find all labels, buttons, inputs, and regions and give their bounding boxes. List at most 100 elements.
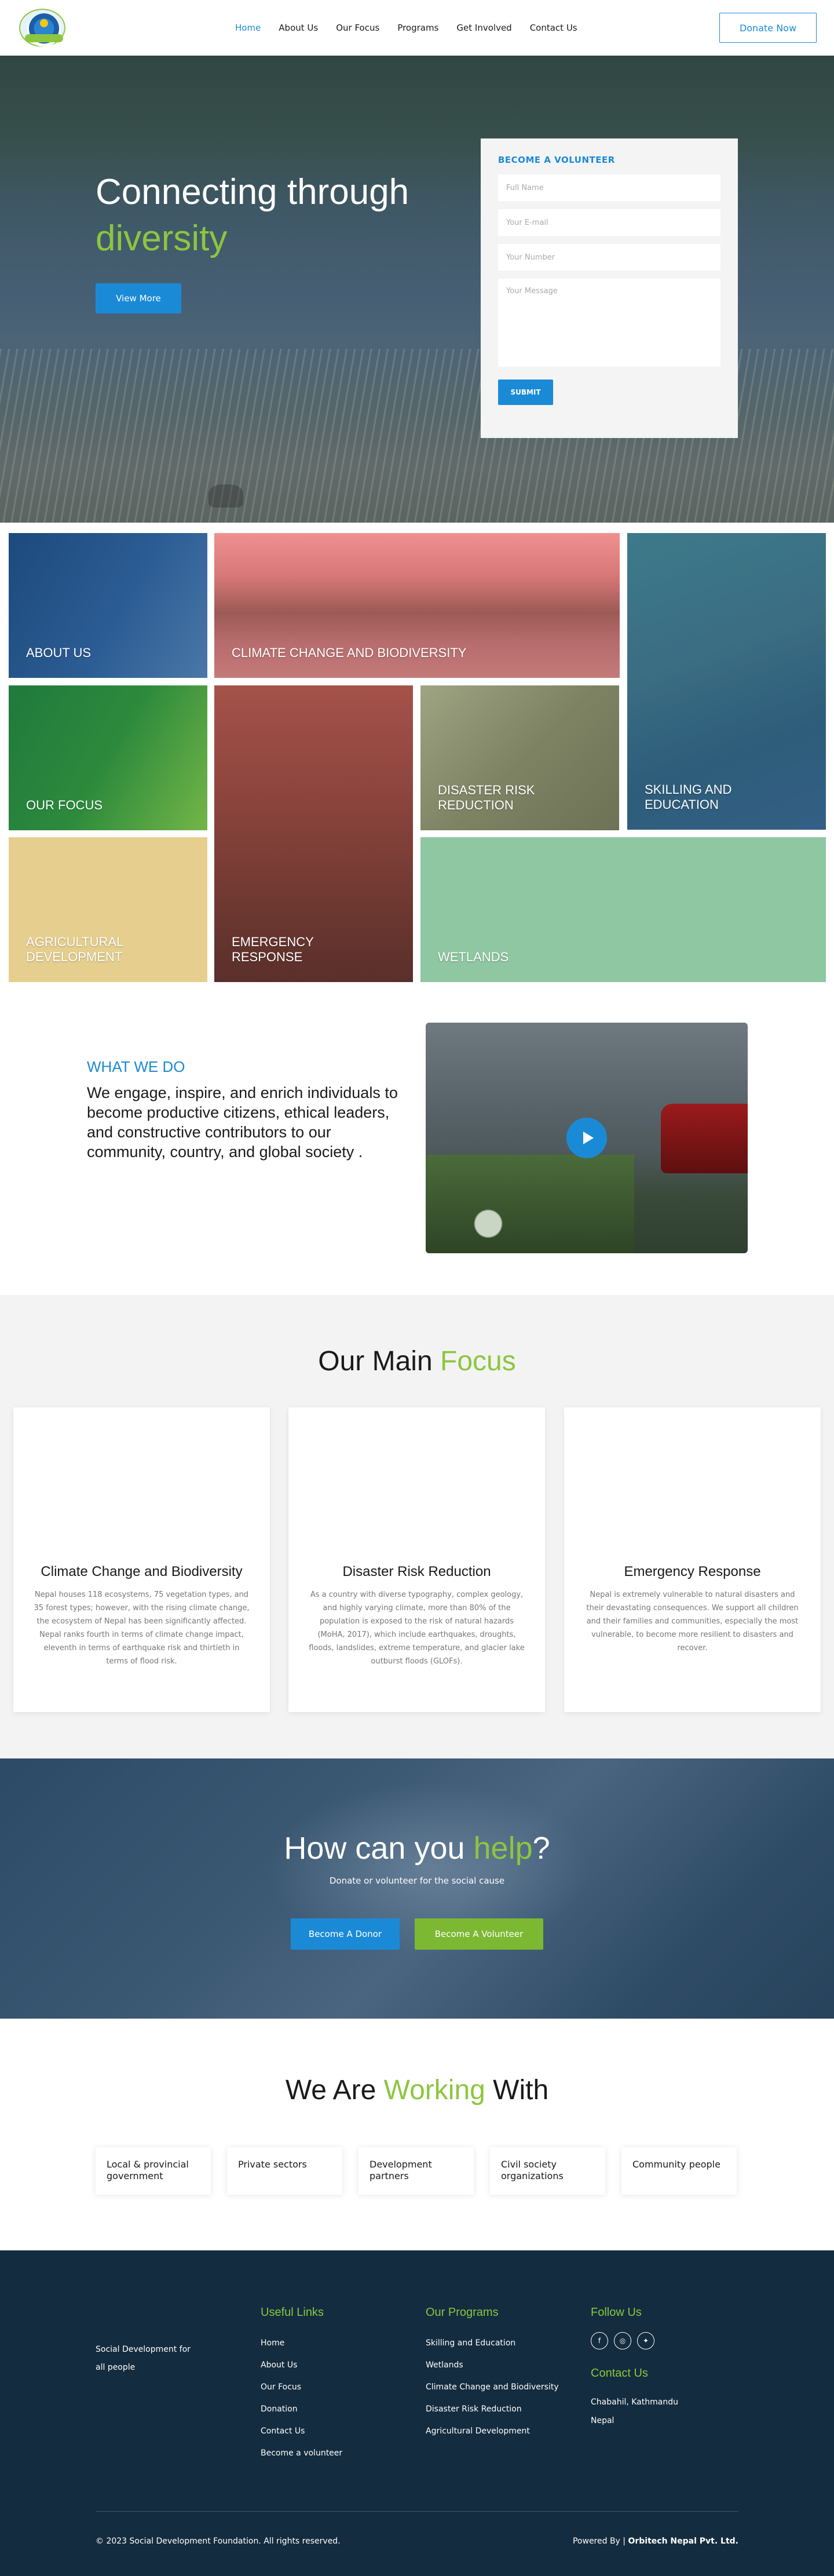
help-subtitle: Donate or volunteer for the social cause <box>329 1876 505 1886</box>
hero-section: Connecting through diversity View More B… <box>0 56 834 523</box>
tile-wetlands[interactable]: WETLANDS <box>420 837 826 982</box>
footer-link-donation[interactable]: Donation <box>261 2398 342 2420</box>
tile-disaster-risk[interactable]: DISASTER RISK REDUCTION <box>420 685 619 830</box>
footer-program-disaster[interactable]: Disaster Risk Reduction <box>426 2398 559 2420</box>
nav-programs[interactable]: Programs <box>397 23 438 33</box>
card-text: Nepal houses 118 ecosystems, 75 vegetati… <box>34 1590 250 1666</box>
tile-climate-change[interactable]: CLIMATE CHANGE AND BIODIVERSITY <box>214 533 620 678</box>
donate-now-button[interactable]: Donate Now <box>719 13 817 43</box>
nav-contact-us[interactable]: Contact Us <box>530 23 577 33</box>
programs-heading: Our Programs <box>426 2306 499 2319</box>
help-title-b: help <box>473 1831 533 1866</box>
help-title-a: How can you <box>284 1831 474 1866</box>
help-title-c: ? <box>532 1831 550 1866</box>
social-links: f ◎ ✦ <box>591 2332 689 2349</box>
play-button[interactable] <box>566 1118 607 1158</box>
become-volunteer-button[interactable]: Become A Volunteer <box>415 1918 543 1950</box>
main-focus-title-b: Focus <box>440 1346 516 1377</box>
instagram-icon[interactable]: ◎ <box>614 2332 631 2349</box>
tile-our-focus[interactable]: OUR FOCUS <box>9 685 207 830</box>
working-title-b: Working <box>383 2075 485 2106</box>
card-image <box>13 1407 270 1564</box>
footer-program-wetlands[interactable]: Wetlands <box>426 2354 559 2376</box>
video-car <box>661 1104 748 1173</box>
play-icon <box>583 1132 594 1144</box>
focus-card[interactable]: Emergency Response Nepal is extremely vu… <box>564 1407 821 1712</box>
help-buttons: Become A Donor Become A Volunteer <box>0 1918 834 1950</box>
card-text: Nepal is extremely vulnerable to natural… <box>586 1590 799 1652</box>
footer-link-contact[interactable]: Contact Us <box>261 2420 342 2442</box>
card-image <box>288 1407 545 1564</box>
powered-company[interactable]: Orbitech Nepal Pvt. Ltd. <box>628 2537 738 2546</box>
logo[interactable] <box>17 7 67 49</box>
footer-link-volunteer[interactable]: Become a volunteer <box>261 2442 342 2464</box>
main-nav: Home About Us Our Focus Programs Get Inv… <box>235 0 577 56</box>
site-header: Home About Us Our Focus Programs Get Inv… <box>0 0 834 56</box>
volunteer-heading: BECOME A VOLUNTEER <box>498 155 615 165</box>
footer-follow-contact: Follow Us f ◎ ✦ Contact Us Chabahil, Kat… <box>591 2306 689 2430</box>
submit-button[interactable]: SUBMIT <box>498 380 553 405</box>
partner-card: Development partners <box>359 2147 474 2195</box>
video-bush <box>426 1155 634 1253</box>
working-with-section: We Are Working With Local & provincial g… <box>0 2019 834 2250</box>
number-input[interactable] <box>498 244 720 271</box>
footer-divider <box>96 2511 738 2512</box>
working-title-a: We Are <box>285 2075 384 2106</box>
full-name-input[interactable] <box>498 174 720 201</box>
nav-get-involved[interactable]: Get Involved <box>456 23 511 33</box>
facebook-icon[interactable]: f <box>591 2332 608 2349</box>
footer-program-skilling[interactable]: Skilling and Education <box>426 2332 559 2354</box>
footer-link-home[interactable]: Home <box>261 2332 342 2354</box>
card-image <box>564 1407 821 1564</box>
video-thumbnail[interactable] <box>426 1023 748 1253</box>
help-title: How can you help? <box>0 1830 834 1866</box>
nav-home[interactable]: Home <box>235 23 261 33</box>
tile-label: ABOUT US <box>26 645 92 660</box>
tile-label: WETLANDS <box>438 950 509 964</box>
partner-card: Community people <box>621 2147 737 2195</box>
footer-program-climate[interactable]: Climate Change and Biodiversity <box>426 2376 559 2398</box>
partner-card: Private sectors <box>227 2147 342 2195</box>
volunteer-form: BECOME A VOLUNTEER SUBMIT <box>481 138 738 438</box>
message-input[interactable] <box>498 279 720 367</box>
email-input[interactable] <box>498 209 720 236</box>
logo-ribbon <box>25 34 63 42</box>
nav-our-focus[interactable]: Our Focus <box>336 23 379 33</box>
nav-about-us[interactable]: About Us <box>279 23 318 33</box>
card-title: Climate Change and Biodiversity <box>41 1564 243 1579</box>
focus-card[interactable]: Disaster Risk Reduction As a country wit… <box>288 1407 545 1712</box>
partner-list: Local & provincial government Private se… <box>96 2147 737 2195</box>
what-we-do-section: WHAT WE DO We engage, inspire, and enric… <box>0 988 834 1295</box>
card-title: Emergency Response <box>624 1564 761 1579</box>
footer-tagline: Social Development for all people <box>96 2345 191 2372</box>
category-tiles: ABOUT US CLIMATE CHANGE AND BIODIVERSITY… <box>0 523 834 988</box>
hero-title: Connecting through diversity <box>96 169 409 262</box>
footer-programs: Our Programs Skilling and Education Wetl… <box>426 2306 559 2442</box>
tile-emergency-response[interactable]: EMERGENCY RESPONSE <box>214 685 413 982</box>
what-we-do-kicker: WHAT WE DO <box>87 1058 185 1075</box>
footer-link-about[interactable]: About Us <box>261 2354 342 2376</box>
footer-address: Chabahil, Kathmandu Nepal <box>591 2398 678 2425</box>
become-donor-button[interactable]: Become A Donor <box>291 1918 400 1950</box>
contact-heading: Contact Us <box>591 2367 648 2380</box>
tile-agricultural-development[interactable]: AGRICULTURAL DEVELOPMENT <box>9 837 207 982</box>
tile-label: AGRICULTURAL DEVELOPMENT <box>26 935 123 964</box>
card-text: As a country with diverse typography, co… <box>309 1590 525 1666</box>
footer-link-focus[interactable]: Our Focus <box>261 2376 342 2398</box>
footer-program-agri[interactable]: Agricultural Development <box>426 2420 559 2442</box>
follow-heading: Follow Us <box>591 2306 642 2319</box>
twitter-icon[interactable]: ✦ <box>637 2332 654 2349</box>
tile-about-us[interactable]: ABOUT US <box>9 533 207 678</box>
working-title: We Are Working With <box>0 2074 834 2106</box>
tile-skilling-education[interactable]: SKILLING AND EDUCATION <box>627 533 826 830</box>
help-section: How can you help? Donate or volunteer fo… <box>0 1758 834 2019</box>
tile-label: SKILLING AND EDUCATION <box>645 782 732 812</box>
view-more-button[interactable]: View More <box>96 283 181 313</box>
hero-title-line1: Connecting through <box>96 172 409 212</box>
tile-label: DISASTER RISK REDUCTION <box>438 783 535 812</box>
focus-card[interactable]: Climate Change and Biodiversity Nepal ho… <box>13 1407 270 1712</box>
site-footer: Social Development for all people Useful… <box>0 2250 834 2576</box>
hero-title-accent: diversity <box>96 218 228 258</box>
partner-card: Civil society organizations <box>490 2147 605 2195</box>
what-we-do-body: We engage, inspire, and enrich individua… <box>87 1084 398 1161</box>
